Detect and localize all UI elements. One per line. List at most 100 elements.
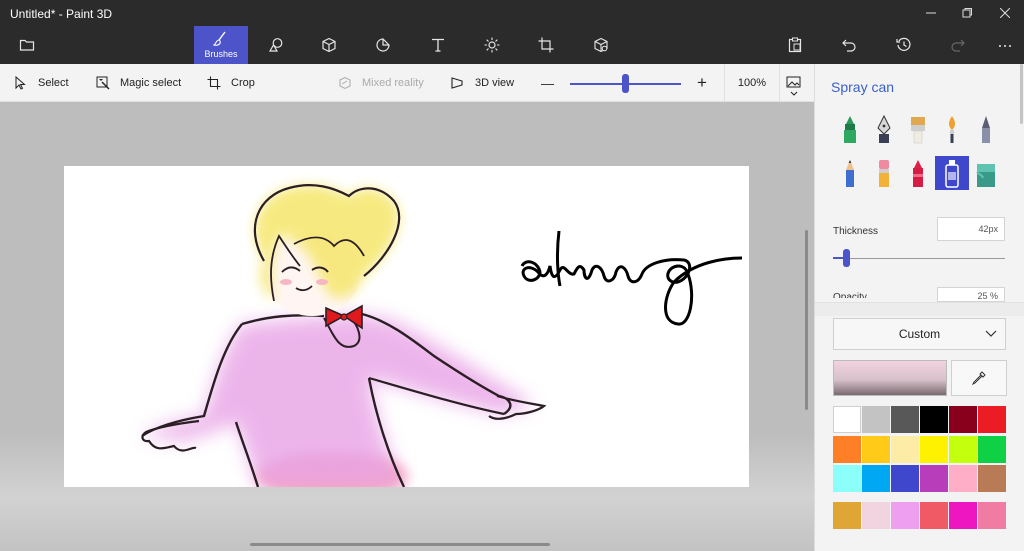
custom-color-swatch[interactable] bbox=[862, 502, 890, 529]
thickness-slider-track[interactable] bbox=[833, 258, 1005, 259]
color-swatch[interactable] bbox=[833, 406, 861, 433]
zoom-out-button[interactable]: — bbox=[541, 64, 554, 102]
custom-color-swatch[interactable] bbox=[891, 502, 919, 529]
zoom-in-button[interactable]: + bbox=[697, 64, 707, 102]
brush-crayon[interactable] bbox=[901, 156, 935, 190]
pencil-icon bbox=[846, 160, 854, 187]
mixed-reality-button[interactable]: Mixed reality bbox=[338, 64, 424, 102]
cursor-icon bbox=[15, 76, 26, 90]
brush-calligraphy-pen[interactable] bbox=[867, 112, 901, 146]
color-swatch[interactable] bbox=[891, 406, 919, 433]
minimize-icon[interactable] bbox=[912, 0, 950, 26]
color-swatch[interactable] bbox=[862, 465, 890, 492]
brush-eraser[interactable] bbox=[867, 156, 901, 190]
window-title: Untitled* - Paint 3D bbox=[10, 7, 113, 21]
color-swatch[interactable] bbox=[920, 465, 948, 492]
custom-color-swatch[interactable] bbox=[978, 502, 1006, 529]
zoom-value-field[interactable]: 100% bbox=[724, 64, 780, 102]
sub-toolbar: Select Magic select Crop Mixed reality 3… bbox=[0, 64, 814, 102]
3d-view-button[interactable]: 3D view bbox=[451, 64, 514, 102]
color-swatch[interactable] bbox=[949, 406, 977, 433]
color-swatch[interactable] bbox=[833, 436, 861, 463]
canvas-vertical-scrollbar[interactable] bbox=[805, 230, 808, 410]
drawing-canvas[interactable] bbox=[64, 166, 749, 487]
color-swatch[interactable] bbox=[920, 406, 948, 433]
tab-brushes-label: Brushes bbox=[204, 49, 238, 59]
current-color-preview bbox=[833, 360, 947, 396]
oil-brush-icon bbox=[911, 117, 925, 144]
fill-bucket-icon bbox=[976, 164, 995, 187]
panel-title: Spray can bbox=[831, 79, 895, 95]
chevron-down-icon bbox=[985, 330, 997, 337]
brush-fill[interactable] bbox=[969, 156, 1003, 190]
redo-button[interactable] bbox=[931, 26, 985, 64]
image-icon bbox=[786, 76, 801, 96]
brush-watercolor[interactable] bbox=[935, 112, 969, 146]
3d-shapes-icon bbox=[322, 37, 336, 53]
zoom-slider-thumb[interactable] bbox=[622, 74, 629, 93]
3d-view-label: 3D view bbox=[475, 77, 515, 89]
paste-button[interactable] bbox=[768, 26, 822, 64]
tab-3d-library[interactable] bbox=[574, 26, 628, 64]
color-swatch[interactable] bbox=[949, 465, 977, 492]
color-mode-dropdown[interactable]: Custom bbox=[833, 318, 1006, 350]
opacity-input[interactable]: 25 % bbox=[937, 287, 1005, 302]
close-icon[interactable] bbox=[986, 0, 1024, 26]
crop-button[interactable]: Crop bbox=[207, 64, 255, 102]
tab-text[interactable] bbox=[411, 26, 465, 64]
marker-icon bbox=[844, 116, 856, 143]
color-swatch[interactable] bbox=[862, 406, 890, 433]
brush-spray-can[interactable] bbox=[935, 156, 969, 190]
folder-icon bbox=[19, 39, 35, 51]
color-swatch[interactable] bbox=[978, 406, 1006, 433]
tab-effects[interactable] bbox=[465, 26, 519, 64]
brush-pixel-pen[interactable] bbox=[969, 112, 1003, 146]
maximize-icon[interactable] bbox=[948, 0, 986, 26]
stickers-icon bbox=[376, 38, 390, 52]
crop-icon bbox=[207, 76, 221, 90]
eyedropper-button[interactable] bbox=[951, 360, 1007, 396]
custom-color-swatch[interactable] bbox=[833, 502, 861, 529]
custom-color-swatch[interactable] bbox=[949, 502, 977, 529]
tab-brushes[interactable]: Brushes bbox=[194, 26, 248, 64]
tab-canvas[interactable] bbox=[519, 26, 573, 64]
main-toolbar: Brushes bbox=[0, 26, 1024, 64]
brush-pencil[interactable] bbox=[833, 156, 867, 190]
magic-select-icon bbox=[96, 76, 110, 90]
undo-button[interactable] bbox=[822, 26, 876, 64]
canvas-horizontal-scrollbar[interactable] bbox=[250, 543, 550, 546]
color-swatch[interactable] bbox=[891, 436, 919, 463]
brush-oil[interactable] bbox=[901, 112, 935, 146]
color-swatch[interactable] bbox=[949, 436, 977, 463]
color-swatch[interactable] bbox=[862, 436, 890, 463]
color-swatch[interactable] bbox=[978, 465, 1006, 492]
eyedropper-icon bbox=[971, 371, 986, 386]
history-button[interactable] bbox=[877, 26, 931, 64]
paste-icon bbox=[788, 37, 802, 53]
brush-icon bbox=[213, 31, 226, 46]
color-swatch[interactable] bbox=[920, 436, 948, 463]
select-button[interactable]: Select bbox=[14, 64, 69, 102]
more-button[interactable] bbox=[978, 26, 1024, 64]
tab-3d-shapes[interactable] bbox=[302, 26, 356, 64]
color-swatch[interactable] bbox=[891, 465, 919, 492]
more-icon bbox=[999, 45, 1011, 47]
tab-stickers[interactable] bbox=[356, 26, 410, 64]
panel-scrollbar[interactable] bbox=[1020, 64, 1023, 124]
magic-select-button[interactable]: Magic select bbox=[96, 64, 181, 102]
color-swatch[interactable] bbox=[833, 465, 861, 492]
thickness-input[interactable]: 42px bbox=[937, 217, 1005, 241]
girl-drawing bbox=[141, 184, 743, 487]
menu-button[interactable] bbox=[0, 26, 54, 64]
brush-marker[interactable] bbox=[833, 112, 867, 146]
background-toggle[interactable] bbox=[786, 76, 802, 98]
undo-icon bbox=[842, 39, 856, 52]
mixed-reality-icon bbox=[339, 76, 351, 90]
custom-color-swatch[interactable] bbox=[920, 502, 948, 529]
brushes-panel: Spray can Thickness 42px Opacity 25 % Cu… bbox=[814, 64, 1024, 551]
calligraphy-pen-icon bbox=[877, 114, 891, 143]
tab-2d-shapes[interactable] bbox=[249, 26, 303, 64]
color-swatch[interactable] bbox=[978, 436, 1006, 463]
thickness-slider-thumb[interactable] bbox=[843, 249, 850, 267]
pixel-pen-icon bbox=[982, 116, 990, 143]
